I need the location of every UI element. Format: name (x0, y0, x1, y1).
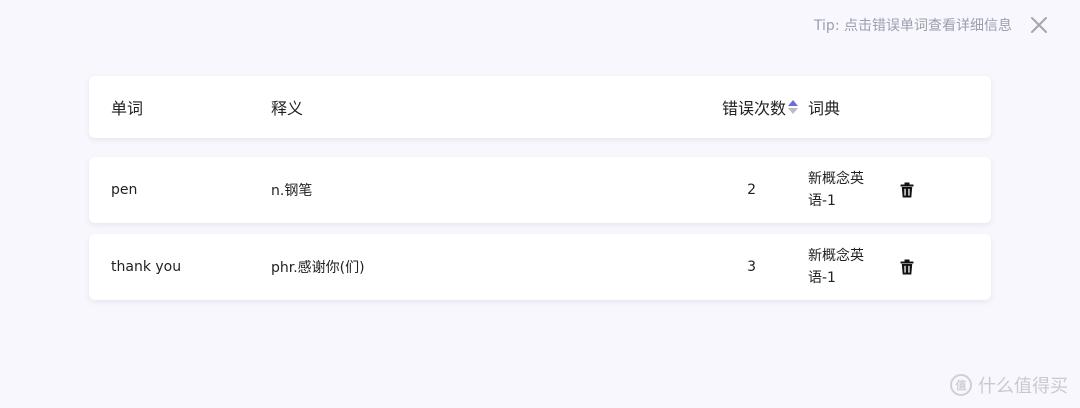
header-word: 单词 (111, 99, 144, 118)
row-definition: n.钢笔 (271, 183, 313, 199)
delete-button[interactable] (899, 259, 915, 275)
row-error-count: 3 (747, 259, 756, 275)
row-dictionary: 新概念英语-1 (808, 171, 864, 209)
row-word[interactable]: thank you (111, 259, 181, 275)
top-bar: Tip: 点击错误单词查看详细信息 (814, 14, 1050, 36)
header-error-count-label: 错误次数 (721, 99, 786, 118)
table-row[interactable]: thank you phr.感谢你(们) 3 新概念英语-1 (89, 234, 991, 300)
close-icon (1031, 17, 1047, 33)
header-error-count[interactable]: 错误次数 (722, 95, 798, 119)
sort-descending-icon[interactable] (788, 108, 798, 114)
row-word[interactable]: pen (111, 182, 137, 198)
sort-ascending-icon[interactable] (788, 100, 798, 106)
trash-icon (900, 182, 914, 198)
close-button[interactable] (1028, 14, 1050, 36)
watermark-logo: 值 (950, 374, 972, 396)
error-word-table: 单词 释义 错误次数 词典 pen n.钢笔 2 新概念英语-1 thank y… (89, 76, 991, 300)
row-dictionary: 新概念英语-1 (808, 248, 864, 286)
watermark-text: 什么值得买 (978, 376, 1068, 397)
watermark: 值 什么值得买 (950, 372, 1068, 398)
header-definition: 释义 (271, 99, 304, 118)
sort-icon[interactable] (788, 100, 798, 114)
row-error-count: 2 (747, 182, 756, 198)
table-row[interactable]: pen n.钢笔 2 新概念英语-1 (89, 157, 991, 223)
header-dictionary: 词典 (808, 99, 841, 118)
row-definition: phr.感谢你(们) (271, 260, 365, 276)
trash-icon (900, 259, 914, 275)
table-header: 单词 释义 错误次数 词典 (89, 76, 991, 138)
tip-text: Tip: 点击错误单词查看详细信息 (813, 18, 1012, 34)
delete-button[interactable] (899, 182, 915, 198)
